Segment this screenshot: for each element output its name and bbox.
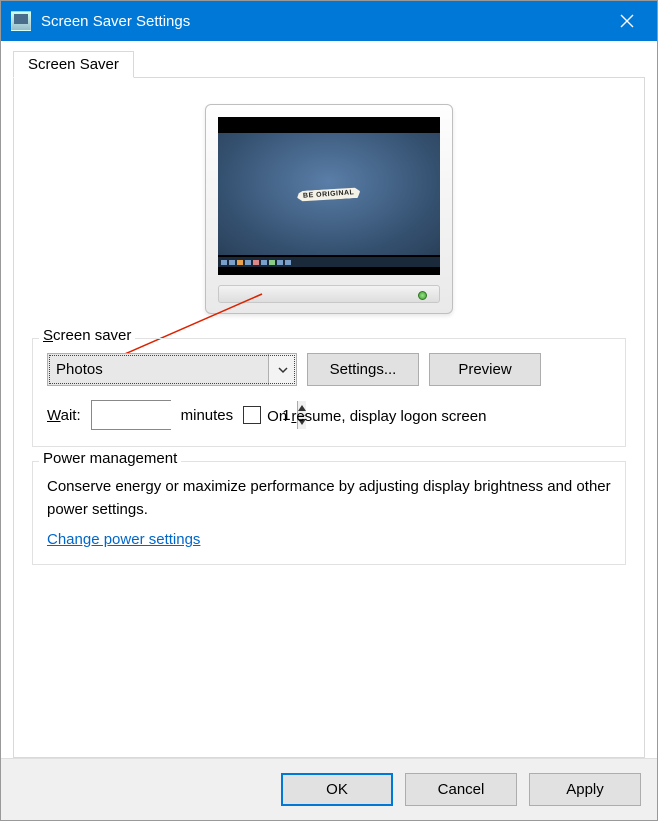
screensaver-group: Screen saver Photos Settings... Preview … (32, 338, 626, 447)
monitor-preview: BE ORIGINAL (205, 104, 453, 314)
resume-label: On resume, display logon screen (267, 408, 486, 425)
preview-button[interactable]: Preview (429, 353, 541, 386)
ok-button[interactable]: OK (281, 773, 393, 806)
chevron-down-icon (268, 354, 296, 385)
screensaver-select[interactable]: Photos (47, 353, 297, 386)
screensaver-group-legend: Screen saver (39, 327, 135, 344)
close-button[interactable] (599, 1, 655, 41)
settings-button[interactable]: Settings... (307, 353, 419, 386)
close-icon (620, 14, 634, 28)
monitor-base (218, 285, 440, 303)
change-power-settings-link[interactable]: Change power settings (47, 531, 200, 548)
screensaver-select-value: Photos (48, 361, 268, 378)
minutes-label: minutes (181, 407, 234, 424)
preview-photo-caption: BE ORIGINAL (297, 186, 361, 201)
power-description: Conserve energy or maximize performance … (47, 476, 611, 521)
power-management-group: Power management Conserve energy or maxi… (32, 461, 626, 565)
resume-checkbox[interactable] (243, 406, 261, 424)
wallpaper-preview: BE ORIGINAL (218, 133, 440, 255)
tab-screensaver[interactable]: Screen Saver (13, 51, 134, 78)
apply-button[interactable]: Apply (529, 773, 641, 806)
wait-spinbox[interactable] (91, 400, 171, 430)
window-title: Screen Saver Settings (41, 13, 599, 30)
preview-area: BE ORIGINAL (32, 94, 626, 324)
tab-page: BE ORIGINAL Screen saver Photos (13, 77, 645, 758)
tab-strip: Screen Saver (13, 51, 645, 78)
dialog-footer: OK Cancel Apply (1, 758, 657, 820)
screensaver-app-icon (11, 11, 31, 31)
titlebar: Screen Saver Settings (1, 1, 657, 41)
content-area: Screen Saver BE ORIGINAL (1, 41, 657, 758)
cancel-button[interactable]: Cancel (405, 773, 517, 806)
wait-label: Wait: (47, 407, 81, 424)
preview-taskbar (218, 257, 440, 267)
power-group-legend: Power management (39, 450, 181, 467)
monitor-screen: BE ORIGINAL (218, 117, 440, 275)
